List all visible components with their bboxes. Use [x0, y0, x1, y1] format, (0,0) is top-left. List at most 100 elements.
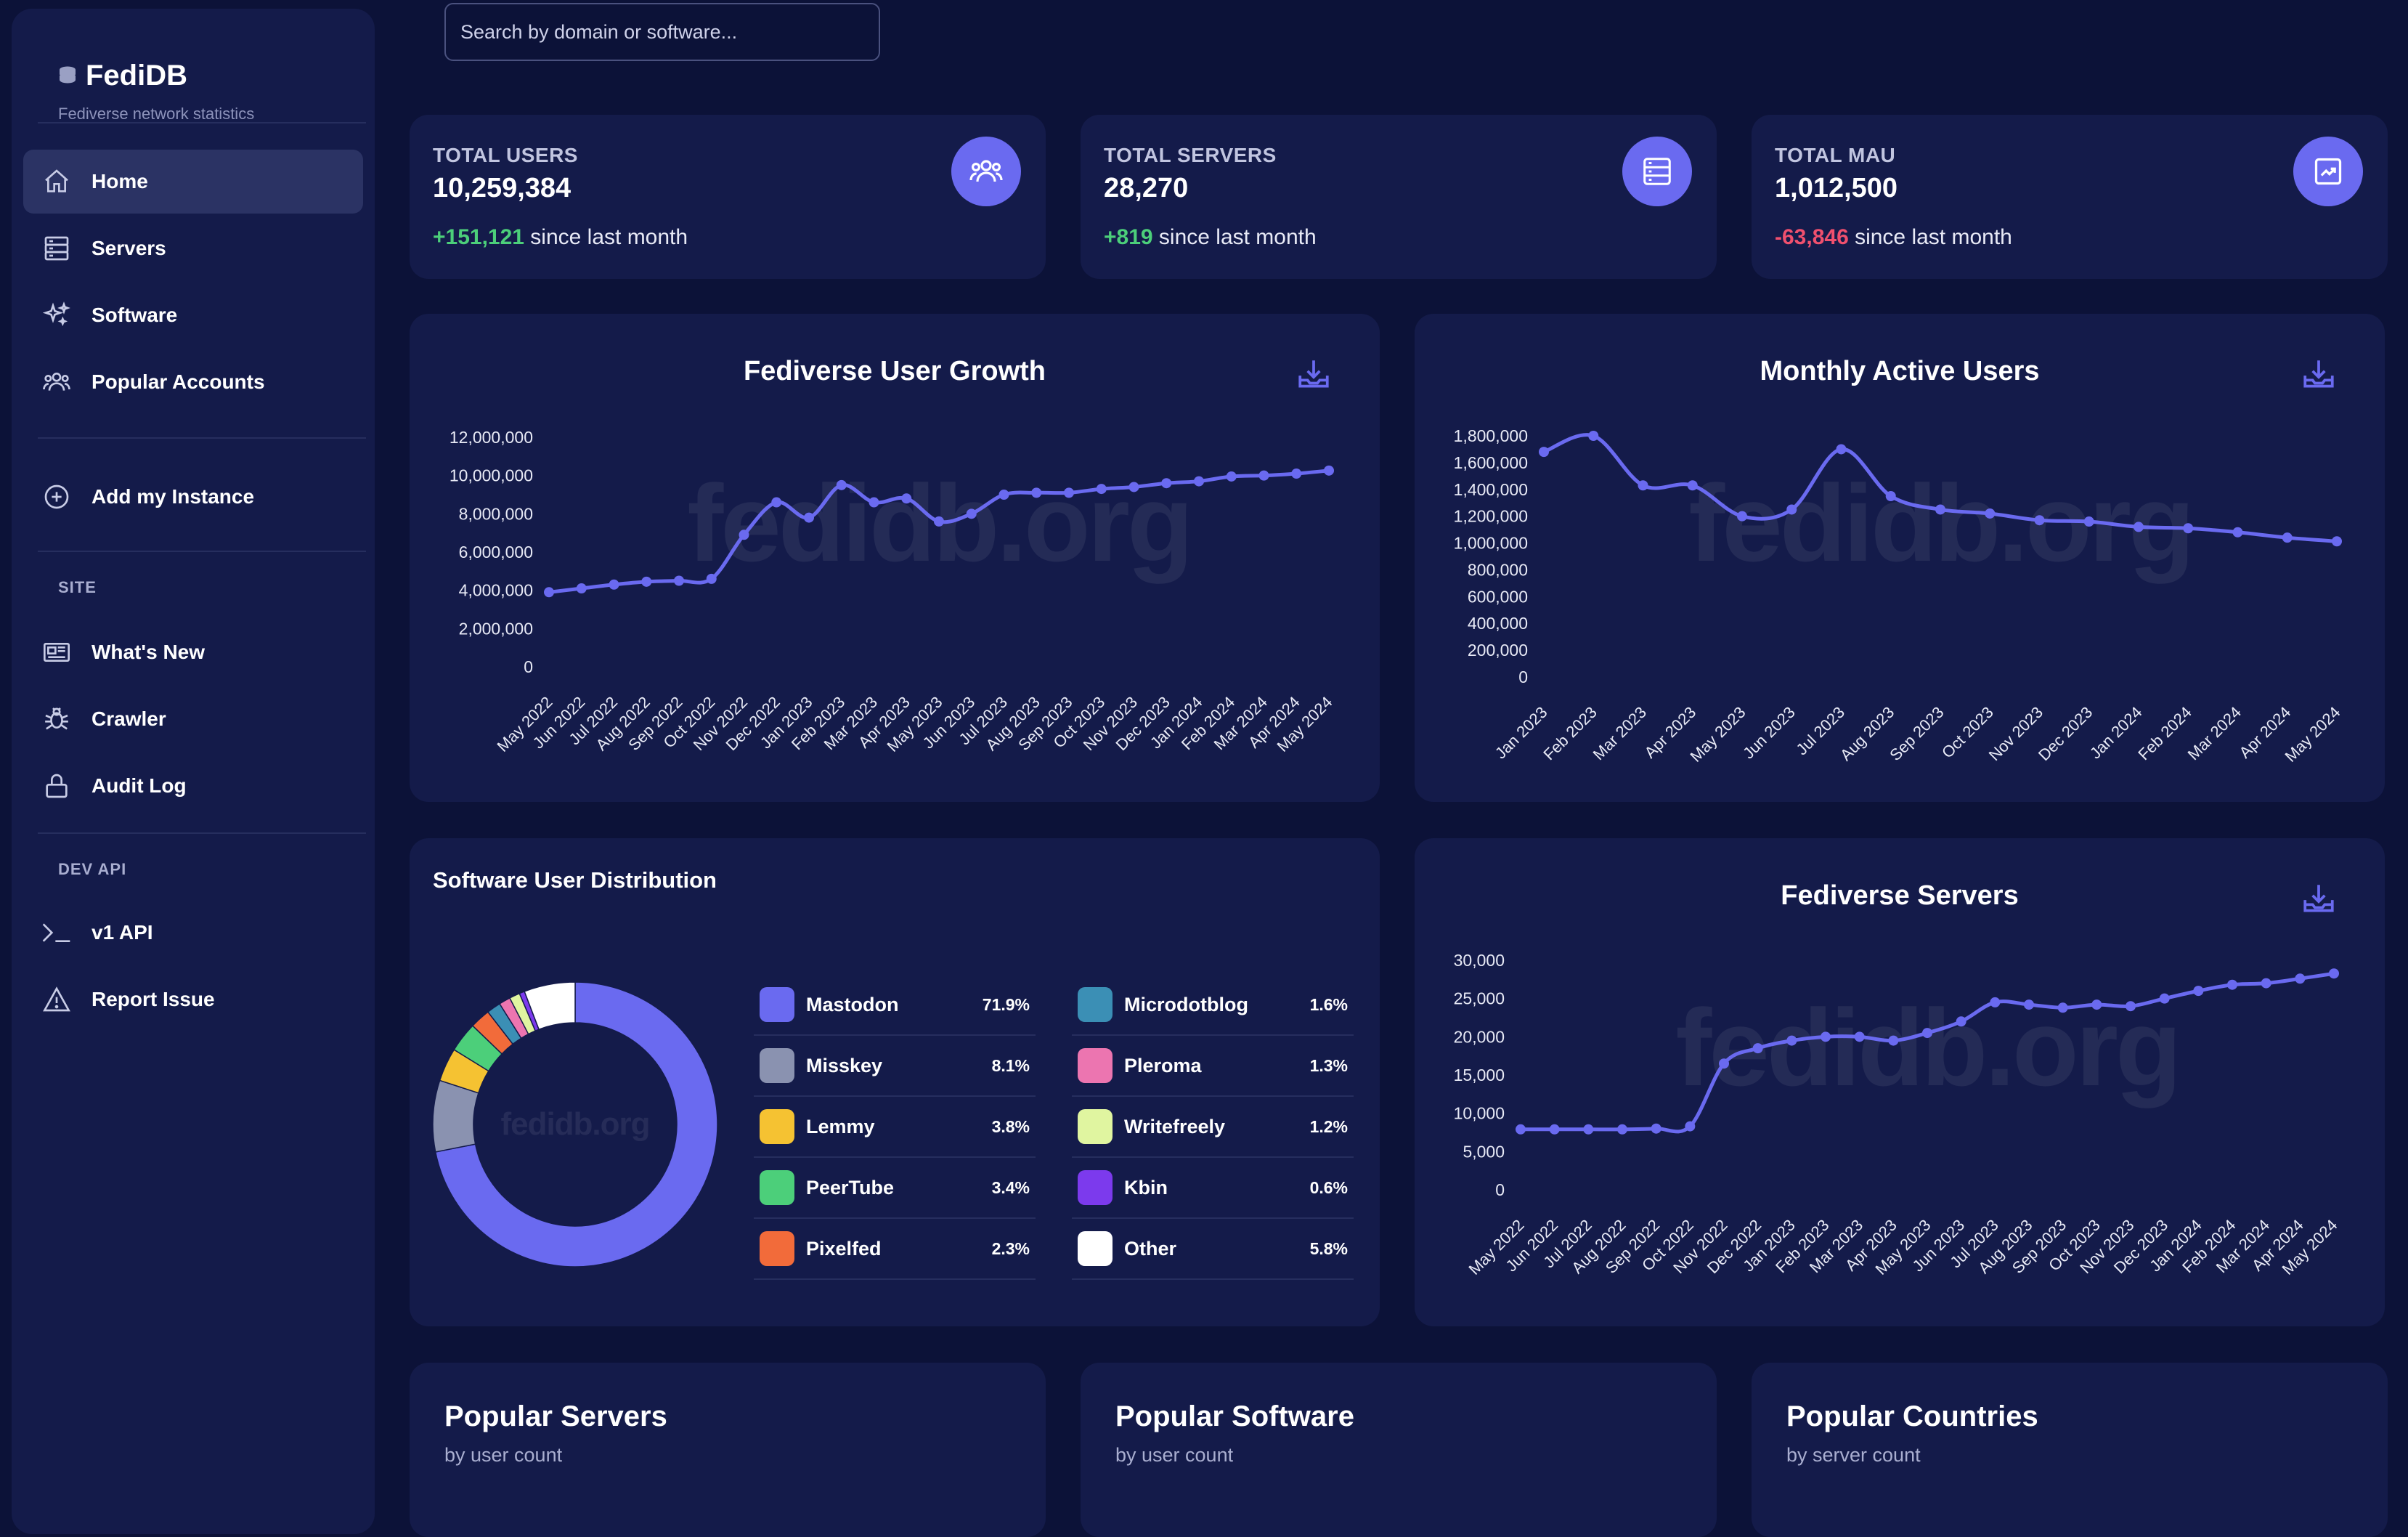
data-point: [1539, 447, 1549, 458]
legend-label: Mastodon: [806, 993, 899, 1015]
stat-change: -63,846 since last month: [1775, 225, 2012, 250]
legend-swatch: [1078, 1109, 1113, 1144]
newspaper-icon: [41, 636, 73, 668]
data-point: [1737, 511, 1747, 522]
data-point: [2126, 1001, 2136, 1012]
stat-label: TOTAL USERS: [433, 144, 578, 166]
data-point: [1821, 1031, 1831, 1042]
y-tick-label: 25,000: [1454, 989, 1505, 1008]
search-input[interactable]: [444, 3, 880, 61]
nav-servers[interactable]: Servers: [23, 216, 363, 280]
data-point: [1226, 471, 1237, 482]
data-point: [2057, 1002, 2068, 1013]
stat-change: +819 since last month: [1104, 225, 1317, 250]
legend-label: Kbin: [1124, 1176, 1168, 1199]
brand[interactable]: FediDB: [58, 60, 187, 92]
popular-countries-card: Popular Countries by server count: [1752, 1363, 2388, 1537]
data-point: [609, 579, 619, 590]
stat-card-total-users: TOTAL USERS 10,259,384 +151,121 since la…: [410, 115, 1046, 279]
nav-crawler[interactable]: Crawler: [23, 687, 363, 751]
nav-servers-label: Servers: [91, 237, 166, 259]
data-point: [1786, 504, 1797, 515]
divider: [38, 122, 366, 123]
nav-home[interactable]: Home: [23, 150, 363, 214]
data-point: [1031, 487, 1042, 498]
legend-percent: 3.4%: [991, 1177, 1030, 1197]
legend-label: Writefreely: [1124, 1115, 1226, 1137]
data-point: [2159, 993, 2170, 1004]
stat-value: 1,012,500: [1775, 173, 1898, 203]
section-site: SITE: [58, 578, 97, 596]
x-tick-label: Jun 2023: [1739, 703, 1799, 763]
y-tick-label: 0: [1518, 668, 1528, 686]
stat-change-suffix: since last month: [1848, 225, 2012, 249]
line-chart-mau: fedidb.org0200,000400,000600,000800,0001…: [1454, 426, 2344, 766]
data-point: [1685, 1121, 1696, 1132]
data-point: [2134, 522, 2144, 532]
data-point: [1096, 484, 1107, 495]
data-point: [1064, 487, 1074, 498]
terminal-icon: [41, 917, 73, 949]
nav-audit-log-label: Audit Log: [91, 774, 187, 797]
legend-item: Mastodon 71.9%: [754, 975, 1036, 1036]
x-tick-label: Dec 2023: [2035, 703, 2096, 764]
chart-card-user-growth: Fediverse User Growth fedidb.org 0 2,000,0…: [410, 314, 1380, 802]
data-point: [998, 490, 1009, 500]
legend-percent: 0.6%: [1309, 1177, 1348, 1197]
legend-item: PeerTube 3.4%: [754, 1158, 1036, 1219]
x-tick-label: Mar 2023: [1590, 703, 1650, 763]
data-point: [706, 573, 717, 584]
data-point: [1752, 1043, 1763, 1054]
legend-percent: 71.9%: [982, 994, 1030, 1014]
data-point: [1888, 1035, 1899, 1046]
stat-change-suffix: since last month: [524, 225, 688, 249]
x-tick-label: Nov 2023: [1985, 703, 2046, 764]
x-tick-label: Aug 2023: [1836, 703, 1897, 764]
data-point: [641, 576, 652, 587]
database-icon: [60, 66, 76, 83]
legend-item: Pixelfed 2.3%: [754, 1219, 1036, 1280]
nav-whats-new[interactable]: What's New: [23, 620, 363, 684]
legend-swatch: [760, 987, 794, 1022]
data-point: [1854, 1031, 1865, 1042]
data-point: [1719, 1058, 1729, 1069]
y-tick-label: 1,600,000: [1454, 453, 1528, 472]
data-point: [1291, 469, 1302, 479]
y-tick-label: 1,400,000: [1454, 480, 1528, 499]
legend-percent: 3.8%: [991, 1116, 1030, 1136]
x-tick-label: Sep 2023: [1886, 703, 1947, 764]
server-icon: [1622, 137, 1692, 206]
data-point: [966, 508, 977, 519]
legend-percent: 8.1%: [991, 1055, 1030, 1075]
data-point: [901, 493, 912, 504]
legend-label: PeerTube: [806, 1176, 895, 1199]
nav-popular-accounts[interactable]: Popular Accounts: [23, 350, 363, 414]
legend-label: Microdotblog: [1124, 993, 1248, 1015]
y-tick-label: 10,000,000: [450, 466, 533, 485]
data-point: [1990, 997, 2001, 1007]
nav-v1-api[interactable]: v1 API: [23, 901, 363, 965]
lock-icon: [41, 770, 73, 802]
popular-subtitle: by user count: [444, 1444, 563, 1466]
x-tick-label: Feb 2024: [2134, 703, 2195, 763]
legend-swatch: [760, 1048, 794, 1083]
stat-label: TOTAL MAU: [1775, 144, 1896, 166]
nav-audit-log[interactable]: Audit Log: [23, 754, 363, 818]
data-point: [674, 575, 684, 586]
line-chart-user-growth: fedidb.org02,000,0004,000,0006,000,0008,…: [450, 428, 1336, 755]
watermark: fedidb.org: [500, 1106, 649, 1142]
stat-label: TOTAL SERVERS: [1104, 144, 1277, 166]
legend-item: Writefreely 1.2%: [1072, 1097, 1354, 1158]
nav-add-instance[interactable]: Add my Instance: [23, 465, 363, 529]
y-tick-label: 1,000,000: [1454, 534, 1528, 553]
nav-software[interactable]: Software: [23, 283, 363, 347]
nav-report-issue[interactable]: Report Issue: [23, 968, 363, 1031]
data-point: [1324, 465, 1334, 476]
stat-change-value: +819: [1104, 225, 1153, 249]
y-tick-label: 20,000: [1454, 1027, 1505, 1046]
data-point: [2227, 979, 2237, 990]
y-tick-label: 0: [524, 657, 533, 676]
data-point: [2282, 532, 2293, 543]
y-tick-label: 1,800,000: [1454, 426, 1528, 445]
y-tick-label: 4,000,000: [459, 581, 533, 600]
